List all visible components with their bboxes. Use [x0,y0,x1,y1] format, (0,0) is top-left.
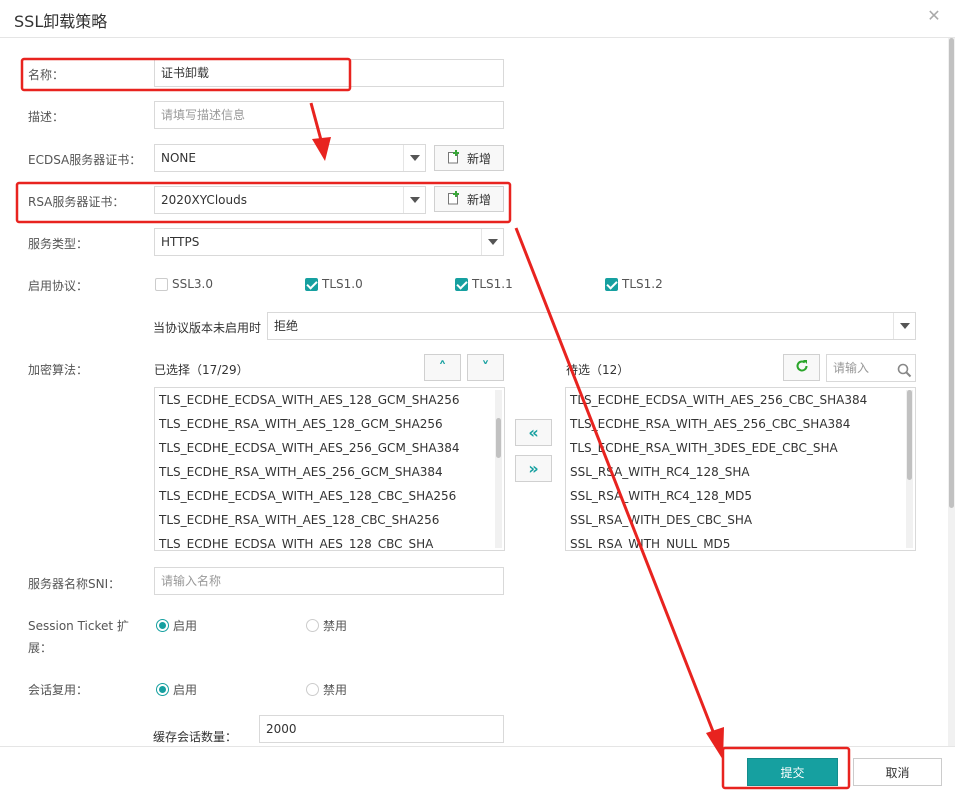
submit-button[interactable]: 提交 [747,758,838,786]
ecdsa-new-label: 新增 [466,151,491,166]
session-reuse-enable[interactable]: 启用 [156,681,197,698]
session-ticket-enable-label: 启用 [173,619,198,633]
protocol-tls10-label: TLS1.0 [322,277,363,291]
search-icon [897,361,912,387]
list-item[interactable]: SSL_RSA_WITH_NULL_MD5 [566,532,915,550]
checkbox-checked-icon [455,277,468,291]
fallback-select[interactable]: 拒绝 [267,312,916,340]
protocol-tls10[interactable]: TLS1.0 [305,277,363,291]
session-reuse-enable-label: 启用 [173,683,198,697]
radio-on-icon [156,619,169,632]
service-type-label: 服务类型： [28,237,89,251]
dialog-header: SSL卸载策略 ✕ [0,0,955,38]
radio-off-icon [306,683,319,696]
radio-on-icon [156,683,169,696]
cache-count-input[interactable]: 2000 [259,715,504,743]
list-item[interactable]: TLS_ECDHE_ECDSA_WITH_AES_128_CBC_SHA [155,532,504,550]
desc-label: 描述： [28,110,65,124]
pending-title: 待选（12） [566,363,630,377]
move-left-button[interactable]: « [515,419,552,446]
checkbox-checked-icon [305,277,318,291]
chevron-down-icon [403,145,425,171]
session-ticket-label: Session Ticket 扩 [28,619,129,633]
sni-input[interactable]: 请输入名称 [154,567,504,595]
radio-off-icon [306,619,319,632]
session-reuse-label: 会话复用： [28,683,89,697]
fallback-value: 拒绝 [274,319,299,333]
refresh-icon [795,359,809,376]
session-ticket-label-cont: 展： [28,641,53,655]
double-chevron-right-icon: » [528,458,539,478]
list-scrollbar[interactable] [495,390,502,548]
rsa-cert-value: 2020XYClouds [161,193,247,207]
refresh-button[interactable] [783,354,820,381]
sni-label: 服务器名称SNI： [28,577,121,591]
desc-input[interactable]: 请填写描述信息 [154,101,504,129]
ecdsa-new-button[interactable]: 新增 [434,145,504,171]
double-chevron-up-icon: ˄ [438,357,447,377]
list-item[interactable]: TLS_ECDHE_RSA_WITH_AES_128_CBC_SHA256 [155,508,504,532]
protocol-tls11-label: TLS1.1 [472,277,513,291]
list-item[interactable]: TLS_ECDHE_RSA_WITH_AES_256_GCM_SHA384 [155,460,504,484]
move-bottom-button[interactable]: ˅ [467,354,504,381]
list-item[interactable]: TLS_ECDHE_RSA_WITH_AES_256_CBC_SHA384 [566,412,915,436]
checkbox-icon [155,277,168,291]
list-scrollbar[interactable] [906,390,913,548]
name-input[interactable]: 证书卸载 [154,59,504,87]
selected-cipher-list[interactable]: TLS_ECDHE_ECDSA_WITH_AES_128_GCM_SHA256 … [154,387,505,551]
add-file-icon [447,149,461,167]
protocol-ssl30[interactable]: SSL3.0 [155,277,213,291]
cipher-search-input[interactable]: 请输入 [826,354,916,382]
service-type-select[interactable]: HTTPS [154,228,504,256]
name-label: 名称： [28,68,65,82]
cipher-search-placeholder: 请输入 [833,361,870,375]
list-item[interactable]: TLS_ECDHE_ECDSA_WITH_AES_256_GCM_SHA384 [155,436,504,460]
session-ticket-enable[interactable]: 启用 [156,617,197,634]
dialog-scrollbar[interactable] [948,38,955,746]
cancel-button[interactable]: 取消 [853,758,942,786]
ecdsa-cert-value: NONE [161,151,196,165]
double-chevron-left-icon: « [528,422,539,442]
list-item[interactable]: SSL_RSA_WITH_DES_CBC_SHA [566,508,915,532]
protocol-tls12[interactable]: TLS1.2 [605,277,663,291]
chevron-down-icon [403,187,425,213]
list-item[interactable]: TLS_ECDHE_ECDSA_WITH_AES_128_GCM_SHA256 [155,388,504,412]
move-top-button[interactable]: ˄ [424,354,461,381]
ecdsa-cert-select[interactable]: NONE [154,144,426,172]
move-right-button[interactable]: » [515,455,552,482]
rsa-new-label: 新增 [466,192,491,207]
rsa-cert-select[interactable]: 2020XYClouds [154,186,426,214]
pending-cipher-list[interactable]: TLS_ECDHE_ECDSA_WITH_AES_256_CBC_SHA384 … [565,387,916,551]
fallback-label: 当协议版本未启用时 [153,321,262,335]
protocol-tls11[interactable]: TLS1.1 [455,277,513,291]
list-item[interactable]: TLS_ECDHE_RSA_WITH_3DES_EDE_CBC_SHA [566,436,915,460]
list-item[interactable]: TLS_ECDHE_ECDSA_WITH_AES_256_CBC_SHA384 [566,388,915,412]
list-item[interactable]: TLS_ECDHE_RSA_WITH_AES_128_GCM_SHA256 [155,412,504,436]
list-item[interactable]: SSL_RSA_WITH_RC4_128_MD5 [566,484,915,508]
session-reuse-disable-label: 禁用 [323,683,348,697]
selected-title: 已选择（17/29） [154,363,249,377]
ciphers-label: 加密算法： [28,363,89,377]
rsa-new-button[interactable]: 新增 [434,186,504,212]
protocols-label: 启用协议： [28,279,89,293]
chevron-down-icon [481,229,503,255]
service-type-value: HTTPS [161,235,200,249]
rsa-cert-label: RSA服务器证书： [28,195,125,209]
protocol-ssl30-label: SSL3.0 [172,277,214,291]
double-chevron-down-icon: ˅ [481,357,490,377]
cache-count-label: 缓存会话数量： [153,730,238,744]
dialog-title: SSL卸载策略 [14,12,108,31]
session-ticket-disable-label: 禁用 [323,619,348,633]
protocol-tls12-label: TLS1.2 [622,277,663,291]
ecdsa-cert-label: ECDSA服务器证书： [28,153,142,167]
list-item[interactable]: TLS_ECDHE_ECDSA_WITH_AES_128_CBC_SHA256 [155,484,504,508]
chevron-down-icon [893,313,915,339]
session-reuse-disable[interactable]: 禁用 [306,681,347,698]
close-icon[interactable]: ✕ [927,8,941,24]
checkbox-checked-icon [605,277,618,291]
session-ticket-disable[interactable]: 禁用 [306,617,347,634]
add-file-icon [447,190,461,208]
list-item[interactable]: SSL_RSA_WITH_RC4_128_SHA [566,460,915,484]
